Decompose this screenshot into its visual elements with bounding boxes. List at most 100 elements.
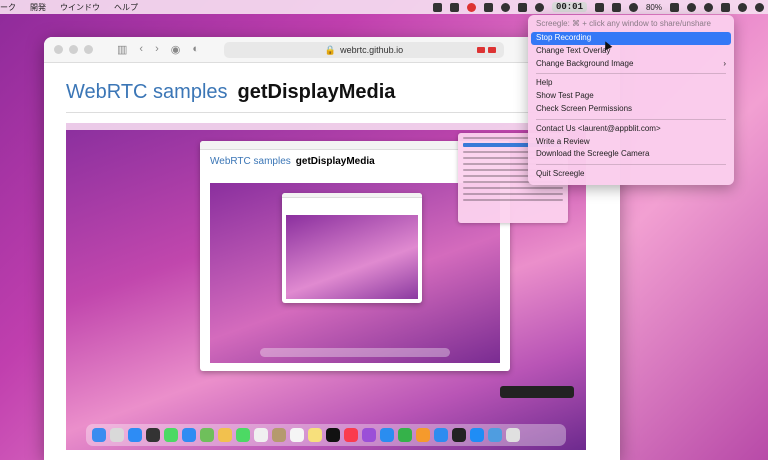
privacy-icon[interactable]: ◉ bbox=[171, 43, 181, 56]
bluetooth-icon[interactable] bbox=[594, 2, 604, 12]
history-icon[interactable] bbox=[704, 2, 713, 12]
nested-capture bbox=[286, 215, 418, 299]
sidebar-icon[interactable]: ▥ bbox=[117, 43, 127, 56]
nested-toolbar bbox=[282, 193, 422, 198]
menu-hint: Screegle: ⌘ + click any window to share/… bbox=[536, 19, 711, 28]
change-text-overlay-label: Change Text Overlay bbox=[536, 45, 611, 55]
numbers-icon bbox=[398, 428, 412, 442]
music-icon bbox=[344, 428, 358, 442]
menu-separator bbox=[536, 164, 726, 166]
check-screen-permissions-label: Check Screen Permissions bbox=[536, 103, 633, 113]
captured-breadcrumb: WebRTC samples bbox=[210, 156, 291, 167]
download-camera-item[interactable]: Download the Screegle Camera bbox=[528, 148, 734, 161]
quit-screegle-item[interactable]: Quit Screegle bbox=[528, 168, 734, 181]
menu-item-partial[interactable]: ーク bbox=[0, 2, 16, 13]
page-title: getDisplayMedia bbox=[237, 81, 396, 103]
captured-dock bbox=[86, 424, 566, 446]
screegle-menu: Screegle: ⌘ + click any window to share/… bbox=[528, 15, 734, 185]
change-background-image-item[interactable]: Change Background Image › bbox=[528, 58, 734, 71]
search-icon[interactable] bbox=[687, 2, 696, 12]
captured-nested-capture bbox=[210, 183, 500, 363]
captured-menu-bar bbox=[66, 123, 586, 130]
safari-icon bbox=[128, 428, 142, 442]
url-text: webrtc.github.io bbox=[340, 45, 404, 55]
quit-screegle-label: Quit Screegle bbox=[536, 169, 585, 179]
write-review-label: Write a Review bbox=[536, 136, 590, 146]
minimize-button[interactable] bbox=[69, 45, 78, 54]
zoom-button[interactable] bbox=[84, 45, 93, 54]
settings-icon bbox=[146, 428, 160, 442]
battery-icon[interactable] bbox=[670, 2, 679, 12]
siri-icon[interactable] bbox=[738, 2, 747, 12]
help-item[interactable]: Help bbox=[528, 77, 734, 90]
zoom-app-icon bbox=[470, 428, 484, 442]
mail-icon bbox=[182, 428, 196, 442]
forward-icon[interactable]: › bbox=[155, 43, 159, 56]
show-test-page-label: Show Test Page bbox=[536, 91, 594, 101]
toolbar-icons: ▥ ‹ › ◉ ◐ bbox=[117, 43, 199, 56]
downloads-folder-icon bbox=[488, 428, 502, 442]
menu-item-window[interactable]: ウインドウ bbox=[60, 2, 100, 13]
check-screen-permissions-item[interactable]: Check Screen Permissions bbox=[528, 103, 734, 116]
close-button[interactable] bbox=[54, 45, 63, 54]
shield-icon[interactable]: ◐ bbox=[192, 43, 199, 56]
inbox-icon[interactable] bbox=[517, 2, 527, 12]
nested-dock bbox=[260, 348, 450, 357]
extension-icons bbox=[477, 47, 496, 53]
control-center-icon[interactable] bbox=[721, 2, 730, 12]
input-source-icon[interactable] bbox=[611, 2, 621, 12]
app-store-icon bbox=[434, 428, 448, 442]
contact-us-label: Contact Us <laurent@appblit.com> bbox=[536, 123, 661, 133]
notes-icon bbox=[308, 428, 322, 442]
change-background-image-label: Change Background Image bbox=[536, 58, 634, 68]
menu-item-help[interactable]: ヘルプ bbox=[114, 2, 138, 13]
messages-icon bbox=[164, 428, 178, 442]
wifi-icon[interactable] bbox=[534, 2, 544, 12]
show-test-page-item[interactable]: Show Test Page bbox=[528, 90, 734, 103]
menu-separator bbox=[536, 118, 726, 120]
more-icon[interactable] bbox=[755, 2, 764, 12]
stack-icon[interactable] bbox=[500, 2, 510, 12]
stop-recording-item[interactable]: Stop Recording bbox=[531, 32, 731, 45]
calendar-icon bbox=[254, 428, 268, 442]
extension-icon[interactable] bbox=[488, 47, 496, 53]
address-bar[interactable]: 🔒 webrtc.github.io bbox=[224, 42, 504, 58]
archive-icon[interactable] bbox=[483, 2, 493, 12]
app-menus: ーク 開発 ウインドウ ヘルプ bbox=[0, 2, 138, 13]
display-icon[interactable] bbox=[449, 2, 459, 12]
back-icon[interactable]: ‹ bbox=[139, 43, 143, 56]
menu-bar: ーク 開発 ウインドウ ヘルプ 00:01 80% bbox=[0, 0, 768, 14]
trash-icon bbox=[506, 428, 520, 442]
launchpad-icon bbox=[110, 428, 124, 442]
download-camera-label: Download the Screegle Camera bbox=[536, 149, 650, 159]
stop-recording-label: Stop Recording bbox=[536, 33, 592, 42]
facetime-icon bbox=[236, 428, 250, 442]
help-label: Help bbox=[536, 78, 553, 88]
battery-percent: 80% bbox=[645, 2, 662, 12]
terminal-icon bbox=[452, 428, 466, 442]
podcasts-icon bbox=[362, 428, 376, 442]
breadcrumb[interactable]: WebRTC samples bbox=[66, 81, 228, 104]
screegle-icon[interactable] bbox=[466, 2, 476, 12]
menu-item-develop[interactable]: 開発 bbox=[30, 2, 46, 13]
nested-window bbox=[282, 193, 422, 303]
recording-timer[interactable]: 00:01 bbox=[551, 2, 587, 12]
captured-title: getDisplayMedia bbox=[295, 156, 375, 167]
contact-us-item[interactable]: Contact Us <laurent@appblit.com> bbox=[528, 123, 734, 136]
reminders-icon bbox=[290, 428, 304, 442]
write-review-item[interactable]: Write a Review bbox=[528, 136, 734, 149]
status-area: 00:01 80% bbox=[432, 0, 764, 14]
change-text-overlay-item[interactable]: Change Text Overlay bbox=[528, 45, 734, 58]
window-icon[interactable] bbox=[432, 2, 442, 12]
keynote-icon bbox=[380, 428, 394, 442]
volume-icon[interactable] bbox=[628, 2, 638, 12]
tv-icon bbox=[326, 428, 340, 442]
screen-capture-video: WebRTC samples getDisplayMedia bbox=[66, 123, 586, 450]
extension-icon[interactable] bbox=[477, 47, 485, 53]
pages-icon bbox=[416, 428, 430, 442]
finder-icon bbox=[92, 428, 106, 442]
maps-icon bbox=[200, 428, 214, 442]
divider bbox=[66, 112, 598, 113]
menu-separator bbox=[536, 73, 726, 75]
page-heading: WebRTC samples getDisplayMedia bbox=[66, 81, 598, 104]
